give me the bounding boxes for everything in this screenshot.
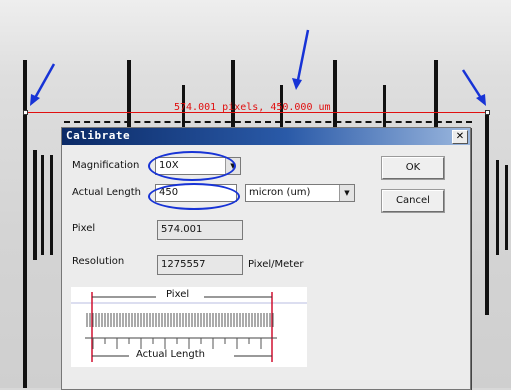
cancel-button[interactable]: Cancel <box>381 189 445 213</box>
pixel-label: Pixel <box>72 223 96 234</box>
resolution-label: Resolution <box>72 256 125 267</box>
diagram-pixel-label: Pixel <box>164 289 192 300</box>
calibration-diagram: Pixel Actual Length <box>71 287 307 367</box>
ok-button-label: OK <box>405 162 421 173</box>
unit-value: micron (um) <box>249 187 311 198</box>
cancel-button-label: Cancel <box>396 195 430 206</box>
resolution-unit-label: Pixel/Meter <box>248 259 304 270</box>
magnification-label: Magnification <box>72 160 140 171</box>
pixel-field: 574.001 <box>157 220 243 240</box>
calibrate-dialog: Calibrate ✕ Magnification 10X ▼ Actual L… <box>61 127 471 390</box>
annotation-ellipse <box>148 151 236 181</box>
annotation-ellipse <box>148 183 240 210</box>
title-bar[interactable]: Calibrate ✕ <box>62 128 470 145</box>
dialog-title: Calibrate <box>66 129 131 142</box>
actual-length-label: Actual Length <box>72 187 141 198</box>
close-icon: ✕ <box>455 131 465 142</box>
diagram-actual-length-label: Actual Length <box>134 349 207 360</box>
pixel-value: 574.001 <box>161 224 203 235</box>
close-button[interactable]: ✕ <box>452 130 468 144</box>
chevron-down-icon[interactable]: ▼ <box>339 185 354 201</box>
resolution-value: 1275557 <box>161 259 206 270</box>
unit-select[interactable]: micron (um) ▼ <box>245 184 355 202</box>
resolution-field: 1275557 <box>157 255 243 275</box>
ok-button[interactable]: OK <box>381 156 445 180</box>
